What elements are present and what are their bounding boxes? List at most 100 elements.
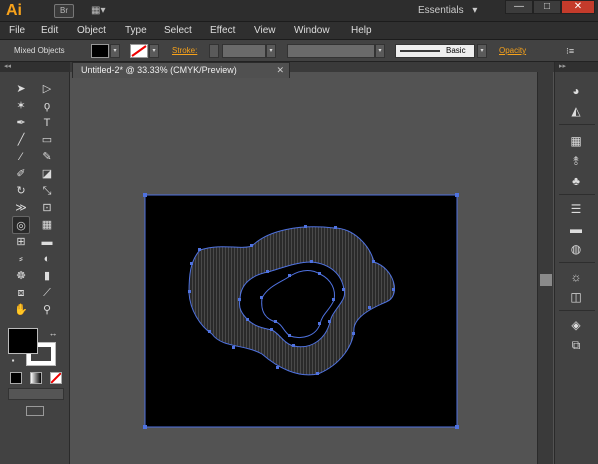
menu-type[interactable]: Type bbox=[125, 22, 147, 40]
rotate-icon[interactable]: ↻ bbox=[12, 182, 30, 200]
color-guide-icon[interactable]: ◭ bbox=[565, 102, 587, 120]
menu-file[interactable]: File bbox=[9, 22, 25, 40]
opacity-label[interactable]: Opacity bbox=[499, 44, 526, 58]
pen-icon[interactable]: ✒ bbox=[12, 114, 30, 132]
selection-icon[interactable]: ➤ bbox=[12, 80, 30, 98]
title-bar: Ai Br ▦▾ Essentials ▾ — □ ✕ bbox=[0, 0, 598, 22]
column-graph-icon[interactable]: ▮ bbox=[38, 267, 56, 285]
close-icon[interactable]: ✕ bbox=[276, 63, 284, 78]
gradient-mode-button[interactable] bbox=[30, 372, 42, 384]
none-mode-button[interactable] bbox=[50, 372, 62, 384]
appearance-icon[interactable]: ☼ bbox=[565, 268, 587, 286]
brush-definition-field[interactable]: Basic bbox=[395, 44, 475, 58]
free-transform-icon[interactable]: ⊡ bbox=[38, 199, 56, 217]
variable-width-field[interactable] bbox=[287, 44, 375, 58]
width-icon[interactable]: ≫ bbox=[12, 199, 30, 217]
menu-view[interactable]: View bbox=[254, 22, 276, 40]
stroke-label[interactable]: Stroke: bbox=[172, 44, 197, 58]
gradient-panel-icon[interactable]: ▬ bbox=[565, 220, 587, 238]
minimize-button[interactable]: — bbox=[505, 0, 533, 14]
default-colors-icon[interactable]: ▪ bbox=[4, 352, 22, 370]
maximize-button[interactable]: □ bbox=[533, 0, 561, 14]
panel-menu-icon[interactable]: ⁝≡ bbox=[566, 44, 574, 58]
hand-icon[interactable]: ✋ bbox=[12, 301, 30, 319]
none-icon bbox=[131, 45, 147, 57]
direct-selection-icon[interactable]: ▷ bbox=[38, 80, 56, 98]
stroke-weight-field[interactable] bbox=[222, 44, 266, 58]
stroke-weight-stepper[interactable] bbox=[209, 44, 219, 58]
eyedropper-icon[interactable]: ⸗ bbox=[12, 250, 30, 268]
zoom-icon[interactable]: ⚲ bbox=[38, 301, 56, 319]
symbols-icon[interactable]: ♣ bbox=[565, 172, 587, 190]
lasso-icon[interactable]: ϙ bbox=[38, 97, 56, 115]
none-icon bbox=[50, 372, 62, 384]
arrange-documents-button[interactable]: ▦▾ bbox=[91, 4, 117, 18]
app-logo: Ai bbox=[6, 2, 22, 19]
stroke-weight-dropdown[interactable]: ▾ bbox=[266, 44, 276, 58]
menu-bar: File Edit Object Type Select Effect View… bbox=[0, 22, 598, 40]
blend-icon[interactable]: ◐ bbox=[38, 250, 56, 268]
workspace-switcher[interactable]: Essentials ▾ bbox=[418, 3, 484, 19]
control-bar: Mixed Objects ▾ ▾ Stroke: ▾ ▾ Basic ▾ Op… bbox=[0, 40, 598, 62]
brush-dropdown[interactable]: ▾ bbox=[477, 44, 487, 58]
vertical-scrollbar[interactable] bbox=[537, 72, 553, 464]
layers-icon[interactable]: ◈ bbox=[565, 316, 587, 334]
fill-swatch[interactable] bbox=[91, 44, 109, 58]
shape-builder-icon[interactable]: ◎ bbox=[12, 216, 30, 234]
graphic-styles-icon[interactable]: ◫ bbox=[565, 288, 587, 306]
tools-collapse[interactable]: ◂◂ bbox=[0, 62, 70, 72]
document-tab[interactable]: Untitled-2* @ 33.33% (CMYK/Preview) ✕ bbox=[72, 62, 290, 78]
menu-effect[interactable]: Effect bbox=[210, 22, 235, 40]
swap-fill-stroke-icon[interactable]: ↔ bbox=[44, 324, 62, 342]
paintbrush-icon[interactable]: ⁄ bbox=[12, 148, 30, 166]
panel-divider bbox=[559, 194, 595, 195]
canvas[interactable] bbox=[72, 78, 538, 464]
symbol-sprayer-icon[interactable]: ☸ bbox=[12, 267, 30, 285]
stroke-swatch[interactable] bbox=[130, 44, 148, 58]
scale-icon[interactable]: ⤡ bbox=[38, 182, 56, 200]
artboard-icon[interactable]: ⧈ bbox=[12, 284, 30, 302]
workspace-label: Essentials bbox=[418, 5, 464, 16]
color-mode-button[interactable] bbox=[10, 372, 22, 384]
gradient-icon[interactable]: ▬ bbox=[38, 233, 56, 251]
pencil-icon[interactable]: ✎ bbox=[38, 148, 56, 166]
tools-panel: ◂◂ ➤ ▷ ✶ ϙ ✒ T ╱ ▭ ⁄ ✎ ✐ ◪ ↻ ⤡ ≫ ⊡ ◎ ▦ ⊞ ▬ ⸗ ◐ ☸ ▮ ⧈ ⟋ ✋ ⚲ ↔ ▪ bbox=[0, 62, 70, 464]
draw-mode-bar[interactable] bbox=[8, 388, 64, 400]
transparency-icon[interactable]: ◍ bbox=[565, 240, 587, 258]
menu-object[interactable]: Object bbox=[77, 22, 106, 40]
bridge-button[interactable]: Br bbox=[54, 4, 74, 18]
stroke-icon[interactable]: ☰ bbox=[565, 200, 587, 218]
screen-mode-button[interactable] bbox=[26, 406, 44, 416]
slice-icon[interactable]: ⟋ bbox=[38, 284, 56, 302]
color-icon[interactable]: ◕ bbox=[565, 82, 587, 100]
panel-dock: ▸▸ ◕ ◭ ▦ ⥉ ♣ ☰ ▬ ◍ ☼ ◫ ◈ ⧉ bbox=[554, 62, 598, 464]
document-title: Untitled-2* @ 33.33% (CMYK/Preview) bbox=[81, 65, 237, 75]
scrollbar-thumb[interactable] bbox=[540, 274, 552, 286]
dock-collapse[interactable]: ▸▸ bbox=[555, 62, 598, 72]
brushes-icon[interactable]: ⥉ bbox=[565, 152, 587, 170]
panel-divider bbox=[559, 310, 595, 311]
menu-window[interactable]: Window bbox=[294, 22, 330, 40]
brush-stroke-icon bbox=[400, 50, 440, 52]
fill-color-box[interactable] bbox=[8, 328, 38, 354]
menu-select[interactable]: Select bbox=[164, 22, 192, 40]
type-icon[interactable]: T bbox=[38, 114, 56, 132]
stroke-dropdown[interactable]: ▾ bbox=[149, 44, 159, 58]
selection-label: Mixed Objects bbox=[14, 46, 65, 55]
perspective-grid-icon[interactable]: ▦ bbox=[38, 216, 56, 234]
menu-help[interactable]: Help bbox=[351, 22, 372, 40]
mesh-icon[interactable]: ⊞ bbox=[12, 233, 30, 251]
eraser-icon[interactable]: ◪ bbox=[38, 165, 56, 183]
panel-divider bbox=[559, 124, 595, 125]
artboards-icon[interactable]: ⧉ bbox=[565, 336, 587, 354]
menu-edit[interactable]: Edit bbox=[41, 22, 58, 40]
variable-width-dropdown[interactable]: ▾ bbox=[375, 44, 385, 58]
artboard-view[interactable] bbox=[72, 78, 538, 464]
fill-dropdown[interactable]: ▾ bbox=[110, 44, 120, 58]
swatches-icon[interactable]: ▦ bbox=[565, 132, 587, 150]
close-button[interactable]: ✕ bbox=[561, 0, 595, 14]
magic-wand-icon[interactable]: ✶ bbox=[12, 97, 30, 115]
line-icon[interactable]: ╱ bbox=[12, 131, 30, 149]
blob-brush-icon[interactable]: ✐ bbox=[12, 165, 30, 183]
rectangle-icon[interactable]: ▭ bbox=[38, 131, 56, 149]
